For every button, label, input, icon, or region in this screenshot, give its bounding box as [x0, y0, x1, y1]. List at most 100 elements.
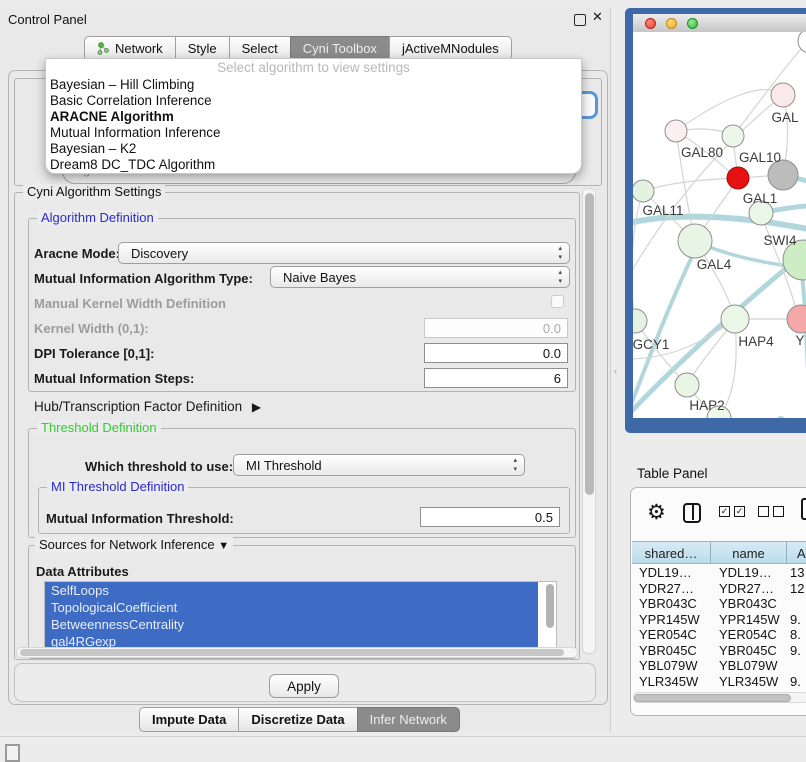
tab-impute-data[interactable]: Impute Data — [139, 707, 239, 732]
dropdown-item-mutual-information[interactable]: Mutual Information Inference — [46, 125, 581, 141]
node-gal10[interactable] — [722, 125, 744, 147]
float-window-button[interactable] — [574, 14, 586, 26]
hub-section-toggle[interactable]: Hub/Transcription Factor Definition ▶ — [34, 399, 261, 414]
columns-icon[interactable] — [683, 503, 701, 523]
close-traffic-button[interactable] — [645, 18, 656, 29]
which-threshold-combo[interactable]: MI Threshold ▴▾ — [233, 454, 525, 476]
node-label: GAL1 — [743, 191, 778, 206]
threshold-definition-title: Threshold Definition — [37, 420, 161, 435]
node-gal4[interactable] — [678, 224, 712, 258]
gear-icon[interactable]: ⚙ — [647, 500, 666, 525]
screenshot-root: Control Panel ✕ Network Style Select Cyn… — [0, 0, 806, 762]
dropdown-item-dream8[interactable]: Dream8 DC_TDC Algorithm — [46, 157, 581, 173]
manual-kernel-checkbox[interactable] — [551, 295, 564, 308]
mi-threshold-label: Mutual Information Threshold: — [46, 511, 234, 526]
column-header-partial[interactable]: A — [787, 541, 806, 564]
list-item-betweennesscentrality[interactable]: BetweennessCentrality — [45, 616, 538, 633]
settings-scrollbar-thumb[interactable] — [585, 193, 594, 495]
checked-box-icon[interactable]: ✓ — [719, 506, 730, 517]
dropdown-item-bayesian-k2[interactable]: Bayesian – K2 — [46, 141, 581, 157]
apply-button[interactable]: Apply — [269, 674, 339, 698]
node-label: GCY1 — [633, 337, 669, 352]
tab-discretize-data[interactable]: Discretize Data — [238, 707, 357, 732]
node-label: Y — [795, 333, 804, 348]
network-view-window: GAL GAL80 GAL10 GAL1 GAL11 SWI4 GAL4 GCY… — [625, 8, 806, 433]
which-threshold-label: Which threshold to use: — [85, 459, 233, 474]
which-threshold-value: MI Threshold — [246, 458, 322, 473]
table-toolbar: ⚙ ✓ ✓ — [631, 488, 806, 538]
aracne-mode-value: Discovery — [131, 246, 188, 261]
node-label: GAL — [771, 110, 799, 125]
mi-threshold-input[interactable]: 0.5 — [420, 507, 560, 527]
list-item-selfloops[interactable]: SelfLoops — [45, 582, 538, 599]
data-attributes-list[interactable]: SelfLoops TopologicalCoefficient Between… — [44, 581, 557, 652]
dropdown-prompt: Select algorithm to view settings — [46, 59, 581, 77]
node-gal11[interactable] — [633, 180, 654, 202]
tri-right-icon: ▶ — [252, 400, 261, 414]
dropdown-item-basic-correlation[interactable]: Basic Correlation Inference — [46, 93, 581, 109]
dock-icon[interactable] — [5, 744, 20, 762]
network-window-titlebar[interactable] — [633, 14, 806, 33]
node-label: GAL11 — [642, 203, 683, 218]
sources-group-title-wrap: Sources for Network Inference ▼ — [35, 537, 233, 552]
node-label: HAP2 — [689, 398, 724, 413]
stepper-icon: ▴▾ — [558, 268, 562, 286]
table-panel-window: ⚙ ✓ ✓ shared… name A YDL19…YDL1 — [630, 487, 806, 716]
network-icon — [97, 42, 110, 55]
stepper-icon: ▴▾ — [558, 244, 562, 262]
algorithm-definition-title: Algorithm Definition — [37, 210, 158, 225]
checked-box-icon[interactable]: ✓ — [734, 506, 745, 517]
mi-threshold-group-title: MI Threshold Definition — [47, 479, 188, 494]
cyni-bottom-tabbar: Impute Data Discretize Data Infer Networ… — [140, 707, 460, 732]
splitter-arrow-icon[interactable]: ‹ — [614, 366, 617, 376]
table-header-row: shared… name A — [631, 541, 806, 564]
node-label: GAL4 — [697, 257, 732, 272]
node-gal1[interactable] — [727, 167, 749, 189]
close-icon[interactable]: ✕ — [592, 9, 603, 25]
mi-steps-input[interactable]: 6 — [424, 368, 568, 388]
dpi-tolerance-input[interactable]: 0.0 — [424, 343, 568, 363]
zoom-traffic-button[interactable] — [687, 18, 698, 29]
settings-hscrollbar-thumb[interactable] — [20, 649, 564, 656]
node-gal2[interactable] — [771, 83, 795, 107]
unchecked-box-icon[interactable] — [773, 506, 784, 517]
column-header-sharedname[interactable]: shared… — [632, 541, 711, 564]
control-panel-title: Control Panel — [8, 12, 87, 27]
node-label: GAL80 — [681, 145, 723, 160]
node-label: HAP4 — [738, 334, 774, 349]
file-icon[interactable] — [801, 498, 806, 520]
hub-section-label: Hub/Transcription Factor Definition — [34, 399, 242, 414]
apply-button-label: Apply — [287, 679, 321, 694]
stepper-icon: ▴▾ — [513, 456, 517, 474]
node-hap4[interactable] — [721, 305, 749, 333]
network-canvas[interactable]: GAL GAL80 GAL10 GAL1 GAL11 SWI4 GAL4 GCY… — [633, 32, 806, 418]
table-hscrollbar-thumb[interactable] — [634, 694, 791, 702]
mi-type-combo[interactable]: Naive Bayes ▴▾ — [270, 266, 570, 288]
bottom-divider — [0, 736, 806, 737]
mi-type-value: Naive Bayes — [283, 270, 356, 285]
table-panel-title: Table Panel — [637, 466, 708, 481]
algorithm-dropdown-popup: Select algorithm to view settings Bayesi… — [45, 58, 582, 174]
node-hap2[interactable] — [675, 373, 699, 397]
mi-type-label: Mutual Information Algorithm Type: — [34, 271, 253, 286]
kernel-width-input[interactable]: 0.0 — [424, 318, 568, 338]
node-gal80[interactable] — [665, 120, 687, 142]
attributes-scrollbar-thumb[interactable] — [546, 584, 554, 628]
dropdown-item-bayesian-hill-climbing[interactable]: Bayesian – Hill Climbing — [46, 77, 581, 93]
kernel-width-label: Kernel Width (0,1): — [34, 321, 149, 336]
tab-infer-network[interactable]: Infer Network — [357, 707, 460, 732]
minimize-traffic-button[interactable] — [666, 18, 677, 29]
tab-network-label: Network — [115, 37, 163, 60]
node-label: SWI4 — [763, 233, 796, 248]
dropdown-item-aracne[interactable]: ARACNE Algorithm — [46, 109, 581, 125]
column-header-name[interactable]: name — [711, 541, 787, 564]
aracne-mode-label: Aracne Mode: — [34, 246, 120, 261]
tri-down-icon[interactable]: ▼ — [218, 540, 229, 552]
manual-kernel-label: Manual Kernel Width Definition — [34, 296, 226, 311]
aracne-mode-combo[interactable]: Discovery ▴▾ — [118, 242, 570, 264]
list-item-topologicalcoefficient[interactable]: TopologicalCoefficient — [45, 599, 538, 616]
table-body: YDL19…YDL19…13 YDR27…YDR27…12 YBR043CYBR… — [631, 565, 806, 691]
unchecked-box-icon[interactable] — [758, 506, 769, 517]
mi-steps-label: Mutual Information Steps: — [34, 371, 194, 386]
sources-title: Sources for Network Inference — [39, 537, 215, 552]
